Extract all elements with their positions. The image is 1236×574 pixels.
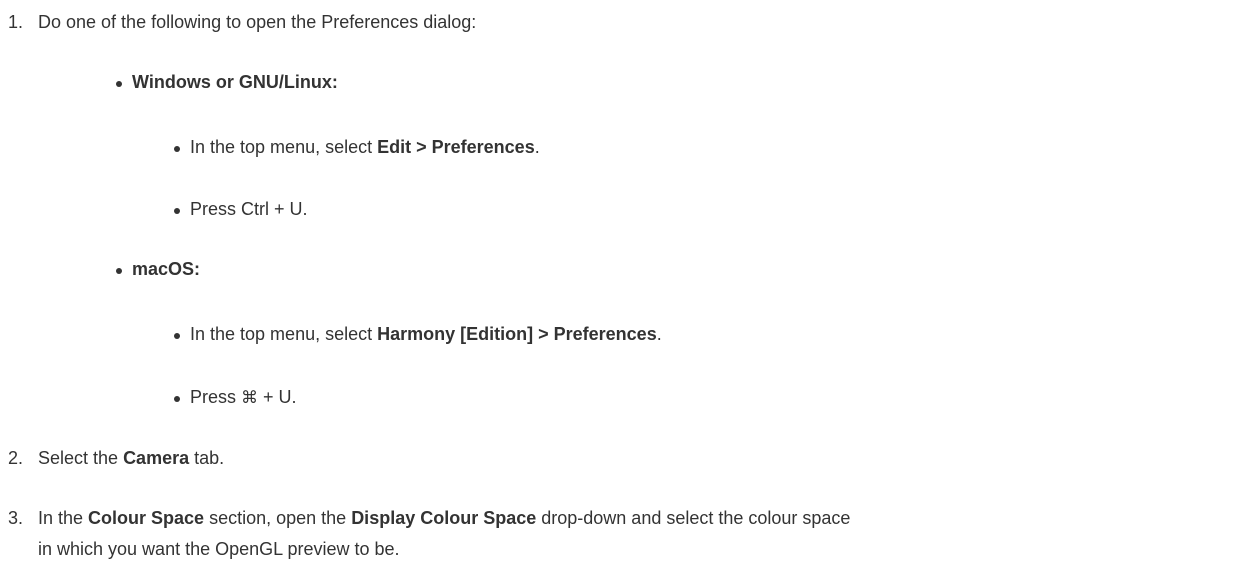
platform-name: Windows or GNU/Linux: <box>132 72 338 92</box>
bullet-icon <box>116 268 122 274</box>
bullet-icon <box>116 81 122 87</box>
platform-name: macOS: <box>132 259 201 279</box>
step-text: Do one of the following to open the Pref… <box>38 12 477 32</box>
menu-path: Edit > Preferences <box>377 137 535 157</box>
bullet-icon <box>174 333 180 339</box>
section-name: Colour Space <box>88 508 205 528</box>
dropdown-name: Display Colour Space <box>351 508 537 528</box>
bullet-icon <box>174 396 180 402</box>
menu-path: Harmony [Edition] > Preferences <box>377 324 657 344</box>
step-number: 3. <box>8 508 24 528</box>
bullet-icon <box>174 208 180 214</box>
tab-name: Camera <box>123 448 190 468</box>
step-number: 1. <box>8 12 24 32</box>
command-key-icon: ⌘ <box>241 388 259 408</box>
step-number: 2. <box>8 448 24 468</box>
bullet-icon <box>174 146 180 152</box>
